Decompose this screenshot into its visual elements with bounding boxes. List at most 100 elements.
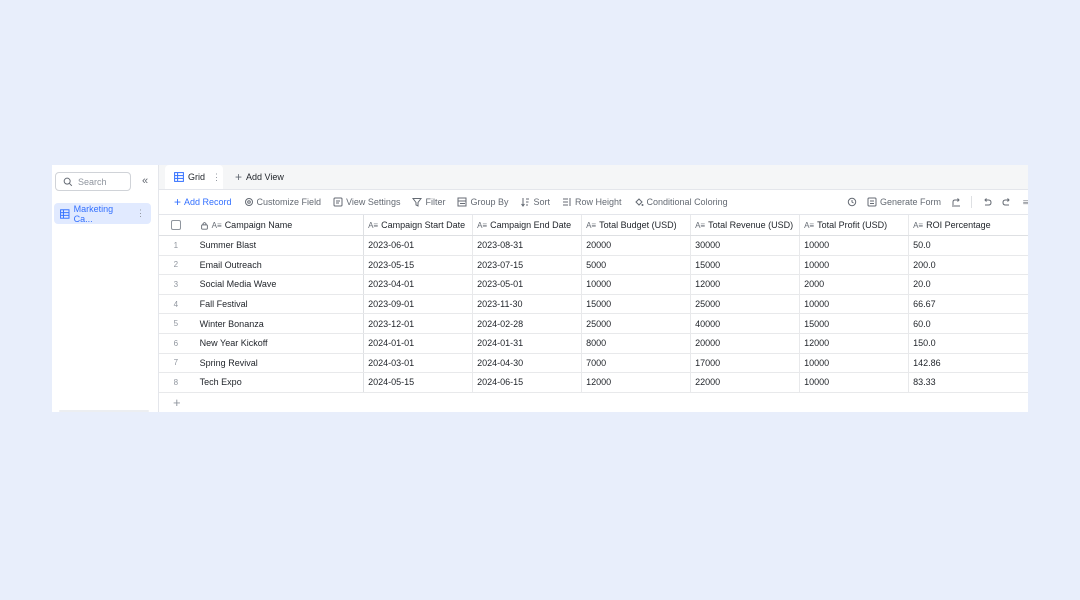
table-cell[interactable]: 60.0	[909, 314, 1028, 333]
table-cell[interactable]: 2024-03-01	[364, 353, 474, 373]
column-header-campaign-name[interactable]: A≡ Campaign Name	[193, 215, 365, 235]
table-cell[interactable]: 50.0	[909, 236, 1028, 255]
table-cell[interactable]: 12000	[691, 275, 801, 294]
table-cell[interactable]: 12000	[582, 373, 692, 392]
table-cell[interactable]: 200.0	[909, 256, 1028, 275]
table-cell[interactable]: 8000	[582, 333, 692, 353]
table-row[interactable]: 7 Spring Revival 2024-03-01 2024-04-30 7000 1…	[159, 353, 1028, 374]
table-cell[interactable]: 2000	[800, 275, 910, 294]
table-cell[interactable]: 2023-07-15	[473, 255, 583, 275]
row-height-button[interactable]: Row Height	[562, 197, 622, 207]
table-row[interactable]: 2 Email Outreach 2023-05-15 2023-07-15 5000 1…	[159, 255, 1028, 276]
table-cell[interactable]: 7000	[582, 353, 692, 373]
table-cell[interactable]: 30000	[691, 236, 801, 255]
table-row[interactable]: 8 Tech Expo 2024-05-15 2024-06-15 12000 22000…	[159, 373, 1028, 393]
table-cell[interactable]: Winter Bonanza	[193, 314, 365, 333]
table-cell[interactable]: 10000	[800, 236, 910, 255]
table-cell[interactable]: 20000	[691, 333, 801, 353]
table-cell[interactable]: 2023-12-01	[364, 314, 474, 333]
column-header-profit[interactable]: A≡ Total Profit (USD)	[800, 215, 910, 235]
add-record-button[interactable]: + Add Record	[174, 195, 232, 209]
table-cell[interactable]: 25000	[691, 294, 801, 314]
generate-form-button[interactable]: Generate Form	[867, 197, 941, 207]
more-vertical-icon[interactable]: ⋮	[212, 172, 221, 183]
table-cell[interactable]: 10000	[800, 373, 910, 392]
text-field-icon: A≡	[477, 220, 488, 230]
table-cell[interactable]: 83.33	[909, 373, 1028, 392]
column-header-end-date[interactable]: A≡ Campaign End Date	[473, 215, 583, 235]
redo-icon[interactable]	[1002, 197, 1012, 207]
table-cell[interactable]: 17000	[691, 353, 801, 373]
table-cell[interactable]: 10000	[800, 255, 910, 275]
table-cell[interactable]: 2023-08-31	[473, 236, 583, 255]
filter-button[interactable]: Filter	[412, 197, 445, 207]
more-menu-icon[interactable]	[1022, 197, 1028, 207]
table-cell[interactable]: 5000	[582, 255, 692, 275]
sort-button[interactable]: Sort	[520, 197, 550, 207]
sidebar-scrollbar[interactable]	[59, 410, 149, 412]
settings-doc-icon	[333, 197, 343, 207]
table-cell[interactable]: New Year Kickoff	[193, 333, 365, 353]
table-cell[interactable]: Social Media Wave	[193, 275, 365, 294]
table-cell[interactable]: 142.86	[909, 354, 1028, 373]
table-row[interactable]: 6 New Year Kickoff 2024-01-01 2024-01-31 800…	[159, 333, 1028, 354]
table-cell[interactable]: 2024-05-15	[364, 373, 474, 392]
table-cell[interactable]: 2024-06-15	[473, 373, 583, 392]
table-cell[interactable]: 40000	[691, 314, 801, 333]
conditional-coloring-button[interactable]: Conditional Coloring	[634, 197, 728, 207]
table-cell[interactable]: Summer Blast	[193, 236, 365, 255]
table-cell[interactable]: Email Outreach	[193, 255, 365, 275]
history-icon[interactable]	[847, 197, 857, 207]
table-row[interactable]: 5 Winter Bonanza 2023-12-01 2024-02-28 25000…	[159, 314, 1028, 334]
table-cell[interactable]: 10000	[800, 353, 910, 373]
table-cell[interactable]: 10000	[582, 275, 692, 294]
select-all-checkbox[interactable]	[170, 220, 181, 230]
table-cell[interactable]: 20.0	[909, 275, 1028, 294]
add-row-button[interactable]: +	[159, 393, 1028, 412]
row-height-label: Row Height	[575, 197, 622, 207]
share-icon[interactable]	[951, 197, 961, 207]
column-header-revenue[interactable]: A≡ Total Revenue (USD)	[691, 215, 801, 235]
table-cell[interactable]: 22000	[691, 373, 801, 392]
tab-grid[interactable]: Grid ⋮	[165, 165, 223, 189]
double-chevron-left-icon[interactable]: «	[139, 175, 151, 187]
customize-field-button[interactable]: Customize Field	[244, 197, 321, 207]
table-cell[interactable]: 2023-09-01	[364, 294, 474, 314]
column-header-roi[interactable]: A≡ ROI Percentage	[909, 215, 1028, 235]
table-cell[interactable]: 2023-05-01	[473, 275, 583, 294]
column-header-budget[interactable]: A≡ Total Budget (USD)	[582, 215, 692, 235]
undo-icon[interactable]	[982, 197, 992, 207]
table-cell[interactable]: 25000	[582, 314, 692, 333]
table-cell[interactable]: 12000	[800, 333, 910, 353]
group-by-button[interactable]: Group By	[457, 197, 508, 207]
table-cell[interactable]: 20000	[582, 236, 692, 255]
table-row[interactable]: 3 Social Media Wave 2023-04-01 2023-05-01 10…	[159, 275, 1028, 295]
table-cell[interactable]: Fall Festival	[193, 294, 365, 314]
table-cell[interactable]: 2024-01-01	[364, 333, 474, 353]
table-cell[interactable]: Spring Revival	[193, 353, 365, 373]
table-cell[interactable]: 15000	[582, 294, 692, 314]
table-cell[interactable]: 2023-05-15	[364, 255, 474, 275]
table-cell[interactable]: 2024-04-30	[473, 353, 583, 373]
search-input[interactable]: Search	[55, 172, 131, 191]
table-cell[interactable]: 2023-04-01	[364, 275, 474, 294]
table-cell[interactable]: 150.0	[909, 334, 1028, 353]
table-cell[interactable]: 2023-06-01	[364, 236, 474, 255]
table-cell[interactable]: 15000	[691, 255, 801, 275]
table-cell[interactable]: 10000	[800, 294, 910, 314]
table-cell[interactable]: 2023-11-30	[473, 294, 583, 314]
view-settings-label: View Settings	[346, 197, 401, 207]
view-settings-button[interactable]: View Settings	[333, 197, 400, 207]
table-cell[interactable]: 15000	[800, 314, 910, 333]
table-cell[interactable]: Tech Expo	[193, 373, 365, 392]
more-vertical-icon[interactable]: ⋮	[136, 208, 145, 219]
table-cell[interactable]: 2024-01-31	[473, 333, 583, 353]
table-cell[interactable]: 2024-02-28	[473, 314, 583, 333]
table-row[interactable]: 4 Fall Festival 2023-09-01 2023-11-30 15000 2…	[159, 294, 1028, 315]
table-cell[interactable]: 66.67	[909, 295, 1028, 314]
select-all-cell[interactable]	[159, 215, 193, 235]
table-row[interactable]: 1 Summer Blast 2023-06-01 2023-08-31 20000 30…	[159, 236, 1028, 256]
column-header-start-date[interactable]: A≡ Campaign Start Date	[364, 215, 474, 235]
sidebar-item-marketing[interactable]: Marketing Ca... ⋮	[54, 203, 151, 224]
add-view-button[interactable]: + Add View	[235, 165, 284, 189]
